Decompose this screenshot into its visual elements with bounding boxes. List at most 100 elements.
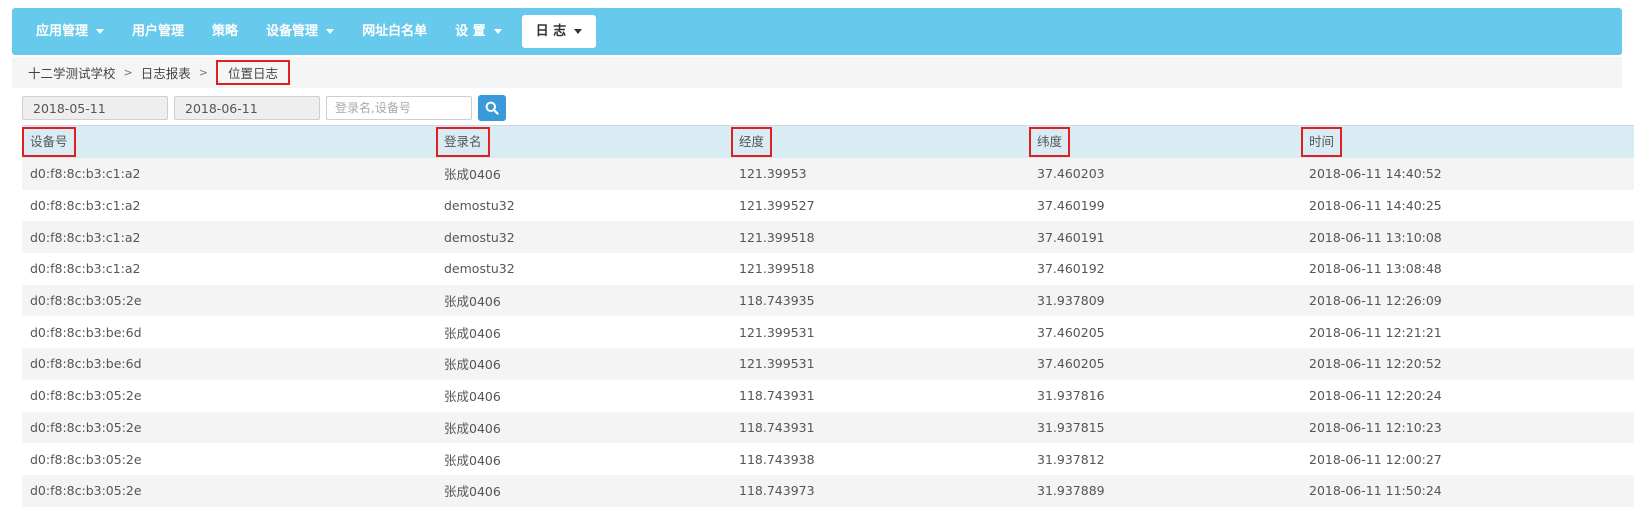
nav-app-management[interactable]: 应用管理 [22,15,118,48]
nav-label: 设备管理 [266,24,319,39]
cell-time-text: 2018-06-11 12:26:09 [1309,293,1442,309]
cell-login-text: 张成0406 [444,167,501,183]
table-row[interactable]: d0:f8:8c:b3:c1:a2 张成0406 121.39953 37.46020… [22,158,1634,190]
cell-device: d0:f8:8c:b3:05:2e [22,284,436,317]
cell-device: d0:f8:8c:b3:be:6d [22,316,436,349]
table-row[interactable]: d0:f8:8c:b3:c1:a2 demostu32 121.399518 37.4… [22,221,1634,254]
cell-time: 2018-06-11 12:20:24 [1301,379,1634,412]
cell-latitude: 31.937812 [1029,443,1301,475]
breadcrumb-separator: > [123,66,133,79]
end-date-input[interactable] [174,96,320,120]
cell-longitude-text: 121.399527 [739,198,815,214]
cell-time-text: 2018-06-11 12:20:52 [1309,356,1442,372]
cell-login: 张成0406 [436,411,731,444]
cell-login-text: demostu32 [444,198,515,214]
cell-device: d0:f8:8c:b3:c1:a2 [22,158,436,190]
cell-longitude-text: 121.399518 [739,229,815,245]
caret-down-icon [96,29,105,34]
cell-latitude-text: 37.460199 [1037,198,1105,214]
nav-policy[interactable]: 策略 [198,15,252,48]
table-row[interactable]: d0:f8:8c:b3:c1:a2 demostu32 121.399527 37.4… [22,189,1634,222]
cell-longitude-text: 118.743931 [739,388,815,404]
cell-login-text: 张成0406 [444,452,501,468]
cell-login-text: demostu32 [444,261,515,277]
search-icon [485,101,499,115]
breadcrumb-school[interactable]: 十二学测试学校 [28,63,116,82]
cell-time: 2018-06-11 11:50:24 [1301,474,1634,507]
table-row[interactable]: d0:f8:8c:b3:05:2e 张成0406 118.743931 31.9378… [22,411,1634,444]
cell-login-text: demostu32 [444,229,515,245]
cell-latitude: 31.937816 [1029,379,1301,412]
cell-device: d0:f8:8c:b3:05:2e [22,379,436,412]
search-button[interactable] [478,95,506,121]
cell-longitude: 118.743973 [731,474,1029,507]
cell-longitude: 118.743935 [731,284,1029,317]
cell-login: 张成0406 [436,474,731,507]
table-row[interactable]: d0:f8:8c:b3:05:2e 张成0406 118.743931 31.9378… [22,379,1634,412]
cell-login: 张成0406 [436,158,731,190]
cell-device: d0:f8:8c:b3:05:2e [22,411,436,444]
cell-time: 2018-06-11 13:08:48 [1301,253,1634,285]
table-row[interactable]: d0:f8:8c:b3:be:6d 张成0406 121.399531 37.4602… [22,348,1634,380]
breadcrumb: 十二学测试学校 > 日志报表 > 位置日志 [12,57,1622,88]
cell-latitude: 31.937889 [1029,474,1301,507]
table-row[interactable]: d0:f8:8c:b3:be:6d 张成0406 121.399531 37.4602… [22,316,1634,349]
cell-latitude: 37.460191 [1029,221,1301,254]
cell-login-text: 张成0406 [444,325,501,341]
cell-longitude: 118.743931 [731,379,1029,412]
nav-url-whitelist[interactable]: 网址白名单 [348,15,441,48]
cell-device-text: d0:f8:8c:b3:05:2e [30,388,142,404]
cell-device-text: d0:f8:8c:b3:05:2e [30,293,142,309]
cell-login-text: 张成0406 [444,389,501,405]
table-row[interactable]: d0:f8:8c:b3:c1:a2 demostu32 121.399518 37.4… [22,253,1634,285]
cell-latitude-text: 37.460205 [1037,324,1105,340]
cell-device-text: d0:f8:8c:b3:05:2e [30,419,142,435]
cell-login: 张成0406 [436,379,731,412]
cell-time-text: 2018-06-11 14:40:25 [1309,198,1442,214]
breadcrumb-log-report[interactable]: 日志报表 [141,63,191,82]
cell-device: d0:f8:8c:b3:be:6d [22,348,436,380]
cell-login: demostu32 [436,253,731,285]
cell-latitude: 31.937809 [1029,284,1301,317]
cell-device-text: d0:f8:8c:b3:05:2e [30,483,142,499]
cell-longitude-text: 118.743935 [739,293,815,309]
cell-longitude-text: 118.743938 [739,451,815,467]
column-header-longitude[interactable]: 经度 [731,125,1029,158]
cell-time: 2018-06-11 12:20:52 [1301,348,1634,380]
cell-latitude: 31.937815 [1029,411,1301,444]
filter-bar [22,95,506,121]
cell-latitude-text: 37.460191 [1037,229,1105,245]
nav-logs[interactable]: 日 志 [521,15,597,48]
cell-latitude-text: 31.937809 [1037,293,1105,309]
cell-login-text: 张成0406 [444,294,501,310]
breadcrumb-separator: > [198,66,208,79]
cell-longitude-text: 121.399531 [739,324,815,340]
nav-device-management[interactable]: 设备管理 [252,15,348,48]
caret-down-icon [574,29,583,34]
cell-time-text: 2018-06-11 13:10:08 [1309,229,1442,245]
cell-login: demostu32 [436,221,731,254]
column-header-latitude[interactable]: 纬度 [1029,125,1301,158]
nav-user-management[interactable]: 用户管理 [118,15,198,48]
cell-login: 张成0406 [436,443,731,475]
column-header-time[interactable]: 时间 [1301,125,1634,158]
cell-login: 张成0406 [436,348,731,380]
cell-device-text: d0:f8:8c:b3:c1:a2 [30,261,141,277]
table-row[interactable]: d0:f8:8c:b3:05:2e 张成0406 118.743935 31.9378… [22,284,1634,317]
cell-time-text: 2018-06-11 11:50:24 [1309,483,1442,499]
column-header-device[interactable]: 设备号 [22,125,436,158]
table-row[interactable]: d0:f8:8c:b3:05:2e 张成0406 118.743938 31.9378… [22,443,1634,475]
search-input[interactable] [326,96,472,120]
nav-settings[interactable]: 设 置 [441,15,516,48]
column-header-login[interactable]: 登录名 [436,125,731,158]
cell-time: 2018-06-11 13:10:08 [1301,221,1634,254]
cell-longitude: 121.399531 [731,348,1029,380]
cell-device-text: d0:f8:8c:b3:be:6d [30,324,142,340]
cell-time-text: 2018-06-11 12:00:27 [1309,451,1442,467]
cell-device: d0:f8:8c:b3:c1:a2 [22,221,436,254]
nav-label: 用户管理 [132,24,185,39]
start-date-input[interactable] [22,96,168,120]
cell-latitude-text: 31.937889 [1037,483,1105,499]
table-row[interactable]: d0:f8:8c:b3:05:2e 张成0406 118.743973 31.9378… [22,474,1634,507]
nav-label: 策略 [212,24,239,39]
